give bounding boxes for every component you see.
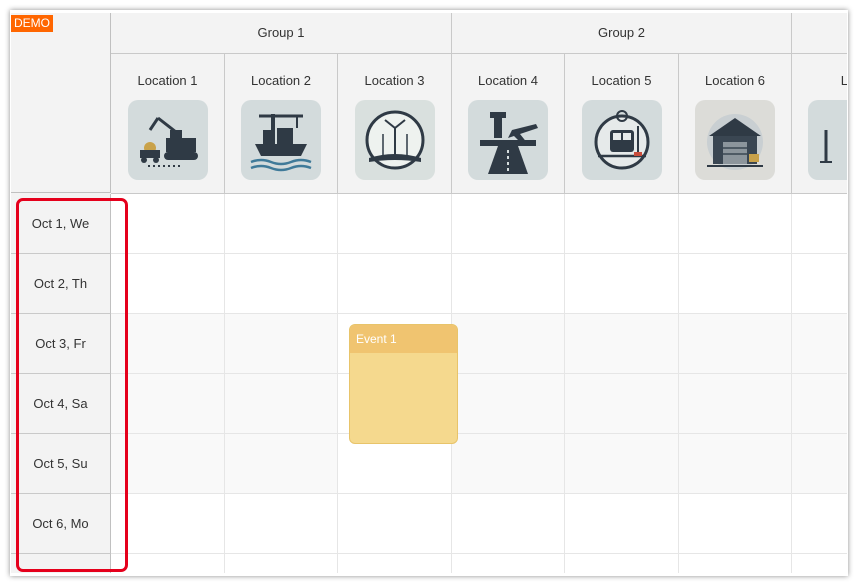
grid-cell[interactable] [111, 494, 225, 554]
grid-cell[interactable] [225, 554, 338, 573]
grid-cell[interactable] [225, 494, 338, 554]
location-label: Location 4 [478, 73, 538, 88]
scheduler: DEMO Group 1 Group 2 Location 1 Location… [11, 13, 847, 573]
grid-cell[interactable] [565, 434, 679, 494]
event-title[interactable]: Event 1 [350, 325, 457, 353]
grid-cell[interactable] [679, 194, 792, 254]
grid-cell[interactable] [792, 434, 847, 494]
train-station-icon [581, 100, 662, 180]
grid-cell[interactable] [792, 554, 847, 573]
location-label: Location 1 [137, 73, 198, 88]
grid-cell[interactable] [225, 254, 338, 314]
location-header-6[interactable]: Location 6 [679, 54, 792, 194]
location-label: Location 6 [705, 73, 765, 88]
grid-cell[interactable] [679, 374, 792, 434]
port-icon [241, 100, 321, 180]
grid-cell[interactable] [452, 434, 565, 494]
grid-cell[interactable] [679, 314, 792, 374]
grid-cell[interactable] [452, 194, 565, 254]
schedule-grid[interactable] [111, 194, 847, 573]
location-label: Location 5 [591, 73, 652, 88]
event-block[interactable]: Event 1 [349, 324, 458, 444]
corner-cell: DEMO [11, 13, 111, 193]
grid-cell[interactable] [792, 254, 847, 314]
grid-cell[interactable] [565, 494, 679, 554]
grid-cell[interactable] [225, 374, 338, 434]
highlight-box [16, 198, 128, 572]
grid-cell[interactable] [111, 314, 225, 374]
grid-cell[interactable] [452, 314, 565, 374]
grid-cell[interactable] [452, 254, 565, 314]
location-header-7[interactable]: Lo [792, 54, 847, 194]
location-header-5[interactable]: Location 5 [565, 54, 679, 194]
group-header-3 [792, 13, 847, 54]
location-header-2[interactable]: Location 2 [225, 54, 338, 194]
grid-cell[interactable] [679, 554, 792, 573]
location-label: Location 3 [364, 73, 425, 88]
location-label: Location 2 [251, 73, 311, 88]
grid-cell[interactable] [565, 194, 679, 254]
grid-cell[interactable] [679, 434, 792, 494]
grid-cell[interactable] [111, 434, 225, 494]
grid-cell[interactable] [452, 494, 565, 554]
airport-icon [468, 100, 548, 180]
grid-cell[interactable] [565, 254, 679, 314]
grid-cell[interactable] [792, 314, 847, 374]
grid-cell[interactable] [452, 554, 565, 573]
grid-cell[interactable] [225, 314, 338, 374]
grid-cell[interactable] [792, 194, 847, 254]
tower-icon [808, 100, 847, 180]
grid-cell[interactable] [338, 554, 452, 573]
location-header-1[interactable]: Location 1 [111, 54, 225, 194]
grid-cell[interactable] [679, 254, 792, 314]
grid-cell[interactable] [338, 254, 452, 314]
grid-cell[interactable] [111, 254, 225, 314]
grid-cell[interactable] [452, 374, 565, 434]
grid-cell[interactable] [565, 374, 679, 434]
grid-cell[interactable] [565, 314, 679, 374]
location-label: Lo [840, 73, 847, 88]
grid-cell[interactable] [111, 554, 225, 573]
grid-cell[interactable] [792, 494, 847, 554]
wind-farm-icon [354, 100, 435, 180]
grid-cell[interactable] [225, 194, 338, 254]
grid-cell[interactable] [111, 194, 225, 254]
group-header-2: Group 2 [452, 13, 792, 54]
warehouse-icon [695, 100, 775, 180]
demo-badge: DEMO [11, 15, 53, 32]
group-header-1: Group 1 [111, 13, 452, 54]
grid-cell[interactable] [338, 194, 452, 254]
construction-icon [127, 100, 208, 180]
grid-cell[interactable] [565, 554, 679, 573]
grid-cell[interactable] [792, 374, 847, 434]
grid-cell[interactable] [111, 374, 225, 434]
location-header-4[interactable]: Location 4 [452, 54, 565, 194]
location-header-3[interactable]: Location 3 [338, 54, 452, 194]
grid-cell[interactable] [679, 494, 792, 554]
grid-cell[interactable] [338, 494, 452, 554]
grid-cell[interactable] [225, 434, 338, 494]
